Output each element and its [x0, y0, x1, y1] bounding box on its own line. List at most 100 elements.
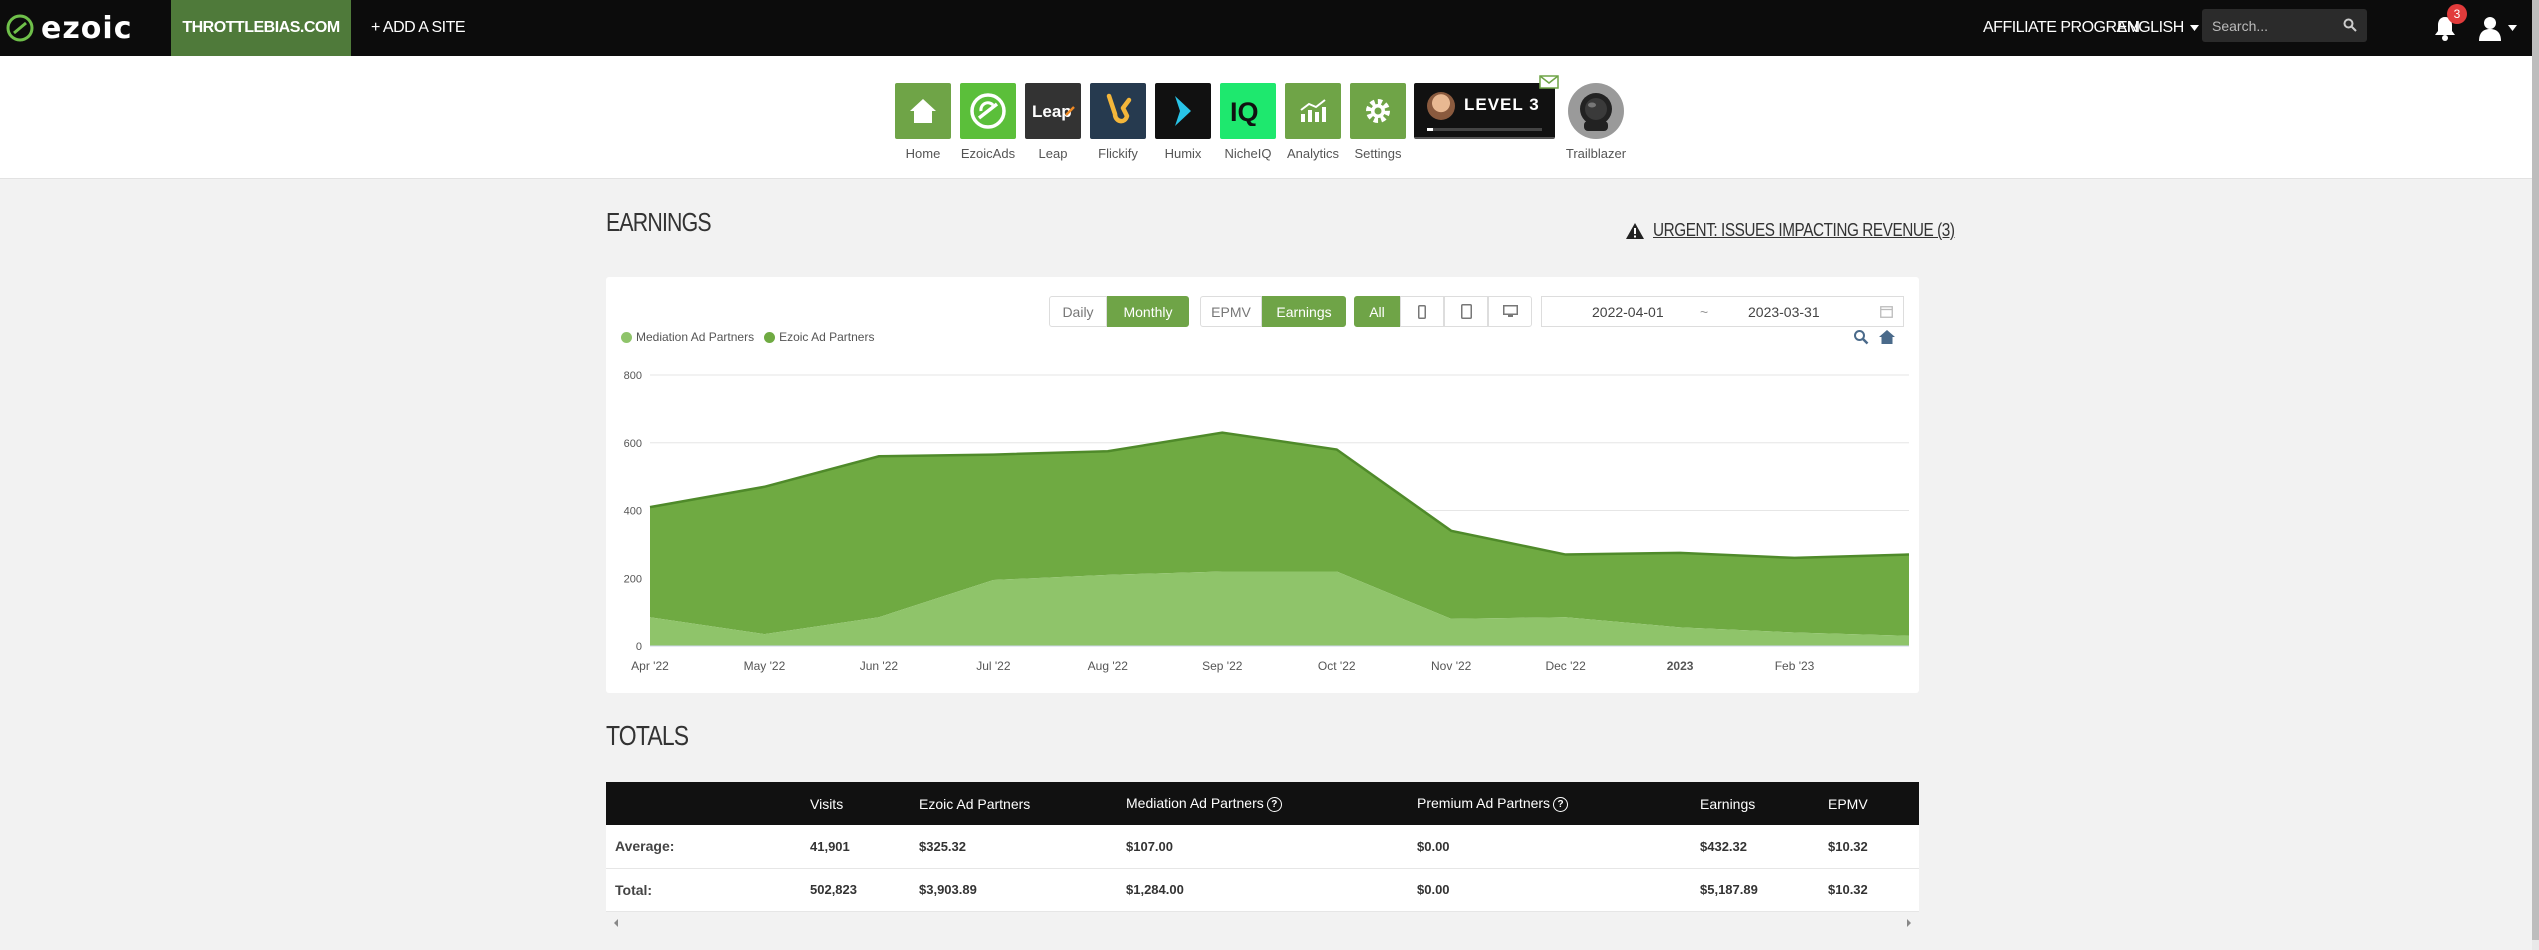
x-tick-label: Feb '23: [1775, 659, 1815, 673]
zoom-icon[interactable]: [1853, 329, 1869, 345]
date-separator: ~: [1700, 303, 1709, 320]
x-tick-label: Nov '22: [1431, 659, 1472, 673]
language-dropdown[interactable]: ENGLISH: [2117, 0, 2199, 56]
date-end: 2023-03-31: [1748, 303, 1820, 320]
level-text: LEVEL 3: [1464, 95, 1540, 114]
urgent-issues-text: URGENT: ISSUES IMPACTING REVENUE (3): [1653, 220, 1955, 240]
home-icon: [895, 83, 951, 139]
table-row: Total: 502,823 $3,903.89 $1,284.00 $0.00…: [606, 868, 1919, 912]
daily-button[interactable]: Daily: [1049, 296, 1107, 327]
ezoic-cell: $3,903.89: [919, 868, 1126, 912]
epmv-button[interactable]: EPMV: [1200, 296, 1262, 327]
earnings-cell: $5,187.89: [1700, 868, 1828, 912]
x-tick-label: May '22: [744, 659, 786, 673]
calendar-icon: [1880, 306, 1893, 318]
date-range-picker[interactable]: 2022-04-01 ~ 2023-03-31: [1541, 296, 1904, 327]
column-header: EPMV: [1828, 782, 1919, 825]
leap-icon: Leap: [1025, 83, 1081, 139]
horizontal-scrollbar[interactable]: [606, 915, 1919, 931]
mobile-device-button[interactable]: [1400, 296, 1444, 327]
y-tick-label: 600: [624, 438, 642, 450]
envelope-icon[interactable]: [1539, 75, 1559, 89]
app-humix[interactable]: Humix: [1155, 83, 1211, 161]
column-header: Premium Ad Partners?: [1417, 782, 1700, 825]
column-header: Mediation Ad Partners?: [1126, 782, 1417, 825]
warning-icon: [1626, 222, 1644, 239]
ezoic-cell: $325.32: [919, 825, 1126, 869]
tablet-icon: [1460, 304, 1472, 319]
mediation-cell: $107.00: [1126, 825, 1417, 869]
column-header: Visits: [810, 782, 919, 825]
user-avatar-icon: [2479, 17, 2501, 41]
epmv-cell: $10.32: [1828, 868, 1919, 912]
astronaut-badge-icon: [1568, 83, 1624, 139]
column-header: [606, 782, 810, 825]
app-label: Settings: [1354, 146, 1402, 161]
urgent-issues-link[interactable]: URGENT: ISSUES IMPACTING REVENUE (3): [1625, 220, 2008, 241]
row-label: Average:: [606, 825, 810, 869]
row-label: Total:: [606, 868, 810, 912]
svg-text:Leap: Leap: [1032, 102, 1072, 121]
search-box[interactable]: [2202, 9, 2367, 42]
ezoic-logo-icon: [6, 14, 34, 42]
legend-swatch: [621, 331, 632, 343]
search-input[interactable]: [2212, 17, 2337, 34]
caret-down-icon: [2189, 25, 2199, 31]
totals-table: Visits Ezoic Ad Partners Mediation Ad Pa…: [606, 782, 1919, 912]
table-row: Average: 41,901 $325.32 $107.00 $0.00 $4…: [606, 825, 1919, 869]
earnings-button[interactable]: Earnings: [1262, 296, 1346, 327]
app-analytics[interactable]: Analytics: [1285, 83, 1341, 161]
search-icon[interactable]: [2343, 18, 2357, 32]
app-flickify[interactable]: Flickify: [1090, 83, 1146, 161]
ezoic-logo[interactable]: ezoic: [5, 10, 132, 46]
x-tick-label: Jul '22: [976, 659, 1011, 673]
add-site-link[interactable]: + ADD A SITE: [371, 0, 466, 56]
x-tick-label: Apr '22: [631, 659, 669, 673]
x-tick-label: Dec '22: [1545, 659, 1586, 673]
all-devices-button[interactable]: All: [1354, 296, 1400, 327]
reset-zoom-home-icon[interactable]: [1878, 329, 1896, 345]
desktop-device-button[interactable]: [1488, 296, 1532, 327]
scroll-left-arrow-icon[interactable]: [614, 919, 618, 927]
y-tick-label: 400: [624, 506, 642, 518]
svg-text:IQ: IQ: [1230, 97, 1259, 126]
tablet-device-button[interactable]: [1444, 296, 1488, 327]
help-icon[interactable]: ?: [1553, 796, 1569, 812]
column-header: Earnings: [1700, 782, 1828, 825]
y-tick-label: 0: [636, 641, 642, 653]
app-nicheiq[interactable]: IQ NicheIQ: [1220, 83, 1276, 161]
visits-cell: 502,823: [810, 868, 919, 912]
app-ezoicads[interactable]: EzoicAds: [960, 83, 1016, 161]
earnings-heading: EARNINGS: [606, 207, 712, 237]
x-tick-label: Aug '22: [1088, 659, 1129, 673]
scroll-right-arrow-icon[interactable]: [1907, 919, 1911, 927]
x-tick-label: Jun '22: [860, 659, 899, 673]
vertical-scrollbar[interactable]: [2532, 0, 2539, 950]
table-header-row: Visits Ezoic Ad Partners Mediation Ad Pa…: [606, 782, 1919, 825]
x-tick-label: 2023: [1667, 659, 1694, 673]
column-header-label: Mediation Ad Partners: [1126, 795, 1264, 812]
user-menu[interactable]: [2478, 13, 2524, 43]
top-navigation-bar: ezoic THROTTLEBIAS.COM + ADD A SITE AFFI…: [0, 0, 2539, 56]
app-home[interactable]: Home: [895, 83, 951, 161]
user-photo: [1427, 92, 1455, 120]
app-leap[interactable]: Leap Leap: [1025, 83, 1081, 161]
app-settings[interactable]: Settings: [1350, 83, 1406, 161]
y-tick-label: 200: [624, 573, 642, 585]
column-header-label: Premium Ad Partners: [1417, 795, 1551, 812]
app-trailblazer[interactable]: Trailblazer: [1566, 83, 1626, 161]
visits-cell: 41,901: [810, 825, 919, 869]
level-progress-bar: [1427, 128, 1542, 131]
monthly-button[interactable]: Monthly: [1107, 296, 1189, 327]
ezoic-ads-icon: [960, 83, 1016, 139]
scrollbar-thumb[interactable]: [2532, 0, 2539, 940]
language-label: ENGLISH: [2117, 19, 2184, 36]
level-progress-card[interactable]: LEVEL 3: [1414, 75, 1559, 139]
legend-label: Mediation Ad Partners: [636, 330, 755, 344]
legend-item-ezoic[interactable]: Ezoic Ad Partners: [764, 330, 874, 344]
site-selector-tab[interactable]: THROTTLEBIAS.COM: [171, 0, 351, 56]
help-icon[interactable]: ?: [1266, 796, 1282, 812]
legend-item-mediation[interactable]: Mediation Ad Partners: [621, 330, 754, 344]
earnings-chart-card: 0 200 400 600 800 Apr '22 May '22 Jun '22 Jul '2…: [606, 277, 1919, 693]
column-header: Ezoic Ad Partners: [919, 782, 1126, 825]
